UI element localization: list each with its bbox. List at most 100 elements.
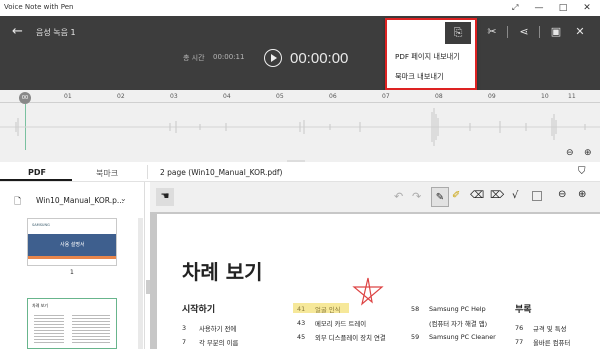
playhead-handle[interactable]: 00	[19, 92, 31, 104]
total-time-value: 00:00:11	[213, 53, 245, 61]
recording-title: 음성 녹음 1	[36, 28, 76, 37]
sidebar-scrollbar[interactable]	[138, 218, 143, 349]
toc-page: 7	[182, 338, 187, 346]
export-icon[interactable]: ⎘	[445, 22, 471, 44]
thumb-text-lines	[72, 313, 110, 343]
timeline-tick: 01	[64, 93, 72, 100]
toc-entry[interactable]: 얼굴 인식	[315, 305, 341, 314]
zoom-out-icon[interactable]: ⊖	[566, 148, 574, 158]
file-name[interactable]: Win10_Manual_KOR.p...	[36, 196, 124, 205]
undo-icon[interactable]: ↶	[394, 190, 403, 203]
panel-collapse-handle[interactable]	[146, 280, 150, 294]
timeline-tick: 02	[117, 93, 125, 100]
highlighter-icon[interactable]: ✐	[452, 190, 460, 201]
toc-entry[interactable]: 메모리 카드 트레이	[315, 319, 366, 328]
toc-entry[interactable]: 각 부분의 이름	[199, 338, 238, 347]
pdf-page: 차례 보기 시작하기 3 사용하기 전에 7 각 부분의 이름 41 얼굴 인식…	[157, 214, 600, 349]
toc-page: 59	[411, 333, 420, 341]
timeline-tick: 03	[170, 93, 178, 100]
tab-bar: PDF 북마크 2 page (Win10_Manual_KOR.pdf) ⛉	[0, 162, 600, 182]
toolbar-divider	[539, 26, 540, 38]
page-thumbnail-1[interactable]: SAMSUNG 사용 설명서	[27, 218, 117, 266]
toc-page: 41	[297, 305, 306, 313]
page-heading: 차례 보기	[182, 260, 263, 284]
toc-page: 43	[297, 319, 306, 327]
timeline-tick: 11	[568, 93, 576, 100]
redo-icon[interactable]: ↷	[412, 190, 421, 203]
save-icon[interactable]: ▣	[546, 23, 566, 41]
recording-header: ← 음성 녹음 1 총 시간 00:00:11 00:00:00 ✂ ⋖ ▣ ✕	[0, 16, 600, 90]
area-eraser-icon[interactable]: ⌦	[490, 190, 504, 201]
thumb-title: 차례 보기	[32, 303, 48, 308]
export-bookmarks-item[interactable]: 북마크 내보내기	[395, 72, 444, 82]
timeline-tick: 07	[382, 93, 390, 100]
timeline-tick: 08	[435, 93, 443, 100]
toc-entry[interactable]: Samsung PC Cleaner	[429, 333, 496, 341]
star-annotation	[352, 277, 384, 306]
tab-pdf-indicator	[0, 179, 72, 181]
bookmark-icon[interactable]: ⛉	[578, 166, 586, 177]
thumb-brand: SAMSUNG	[32, 223, 50, 227]
toc-entry[interactable]: 사용하기 전에	[199, 324, 236, 333]
zoom-out-icon[interactable]: ⊖	[558, 189, 566, 200]
page-info: 2 page (Win10_Manual_KOR.pdf)	[160, 168, 283, 177]
toc-entry[interactable]: 규격 및 특성	[533, 324, 566, 333]
thumb-accent-line	[28, 256, 116, 259]
toc-entry[interactable]: 올바른 컴퓨터	[533, 338, 570, 347]
toc-page: 3	[182, 324, 187, 332]
timeline-tick: 05	[276, 93, 284, 100]
current-time: 00:00:00	[290, 50, 349, 67]
pen-toolbar: ☚ ↶ ↷ ✎ ✐ ⌫ ⌦ √ ⊖ ⊕	[150, 182, 600, 212]
tab-divider	[147, 165, 148, 179]
section-title: 부록	[515, 305, 532, 315]
export-pdf-pages-item[interactable]: PDF 페이지 내보내기	[395, 52, 460, 62]
back-arrow-icon[interactable]: ←	[12, 24, 23, 39]
toc-entry[interactable]: Samsung PC Help	[429, 305, 486, 313]
title-bar: Voice Note with Pen — □ ✕ ⤢	[0, 0, 600, 16]
tab-bookmark[interactable]: 북마크	[96, 168, 118, 179]
hand-tool-icon[interactable]: ☚	[156, 188, 174, 206]
timeline-ruler	[0, 102, 600, 103]
total-time-label: 총 시간	[183, 54, 205, 62]
file-add-icon[interactable]: 🗋	[14, 194, 21, 210]
expand-icon[interactable]: ⤢	[512, 3, 518, 13]
toc-entry[interactable]: (컴퓨터 자가 해결 앱)	[429, 319, 487, 328]
cut-icon[interactable]: ✂	[482, 23, 502, 41]
timeline[interactable]: 01 02 03 04 05 06 07 08 09 10 11 00 ⊖ ⊕	[0, 90, 600, 164]
chevron-down-icon[interactable]: ⌄	[120, 194, 127, 203]
eraser-icon[interactable]: ⌫	[470, 190, 484, 201]
close-window-button[interactable]: ✕	[576, 1, 598, 15]
minimize-button[interactable]: —	[528, 1, 550, 15]
maximize-button[interactable]: □	[552, 1, 574, 15]
timeline-tick: 06	[329, 93, 337, 100]
tab-pdf[interactable]: PDF	[28, 168, 46, 177]
toc-entry[interactable]: 외부 디스플레이 장치 연결	[315, 333, 386, 342]
close-icon[interactable]: ✕	[570, 23, 590, 41]
timeline-tick: 09	[488, 93, 496, 100]
thumb-page-number: 1	[70, 269, 74, 276]
zoom-in-icon[interactable]: ⊕	[578, 189, 586, 200]
export-menu: ⎘ PDF 페이지 내보내기 북마크 내보내기	[385, 18, 477, 90]
formula-icon[interactable]: √	[512, 190, 518, 201]
zoom-in-icon[interactable]: ⊕	[584, 148, 592, 158]
share-icon[interactable]: ⋖	[514, 23, 534, 41]
thumb-cover-band: 사용 설명서	[28, 234, 116, 256]
playhead-time: 00	[21, 95, 29, 101]
shape-icon[interactable]	[532, 191, 542, 201]
thumb-title: 사용 설명서	[60, 242, 85, 248]
toolbar-divider	[507, 26, 508, 38]
play-button[interactable]	[264, 49, 282, 67]
window-title: Voice Note with Pen	[4, 3, 74, 11]
timeline-tick: 04	[223, 93, 231, 100]
waveform	[0, 108, 600, 146]
timeline-tick: 10	[541, 93, 549, 100]
toc-page: 58	[411, 305, 420, 313]
page-thumbnail-2[interactable]: 차례 보기	[27, 298, 117, 349]
pen-tool-icon[interactable]: ✎	[431, 187, 449, 207]
toc-page: 76	[515, 324, 524, 332]
pdf-sidebar: 🗋 Win10_Manual_KOR.p... ⌄ SAMSUNG 사용 설명서…	[0, 182, 145, 349]
thumb-text-lines	[34, 313, 64, 343]
play-icon	[271, 54, 277, 62]
toc-page: 77	[515, 338, 524, 346]
section-title: 시작하기	[182, 305, 216, 315]
